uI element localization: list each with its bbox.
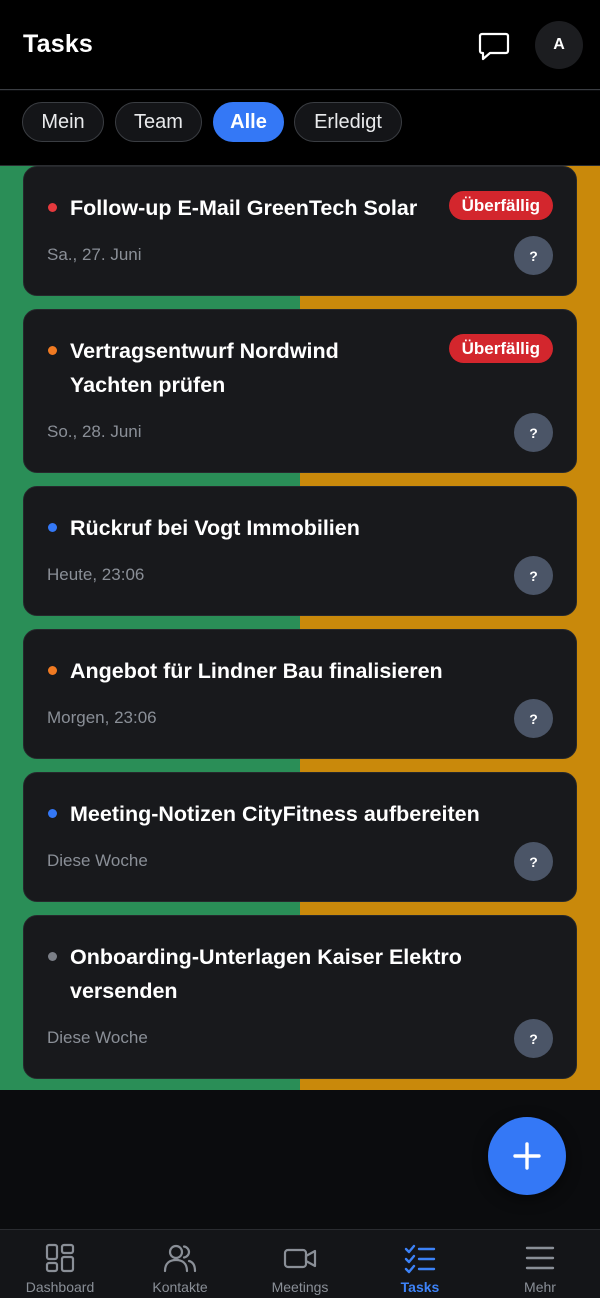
task-card[interactable]: Rückruf bei Vogt Immobilien Heute, 23:06… — [23, 486, 577, 616]
task-date: Diese Woche — [47, 1028, 148, 1047]
task-date: So., 28. Juni — [47, 422, 142, 441]
tab-mehr[interactable]: Mehr — [480, 1230, 600, 1298]
assignee-avatar[interactable]: ? — [514, 556, 553, 595]
filter-bar: Mein Team Alle Erledigt — [0, 91, 600, 166]
priority-dot — [48, 809, 57, 818]
tab-label: Tasks — [400, 1279, 440, 1295]
filter-chip-mein[interactable]: Mein — [22, 102, 104, 142]
task-date: Sa., 27. Juni — [47, 245, 142, 264]
priority-dot — [48, 523, 57, 532]
priority-dot — [48, 952, 57, 961]
task-title: Rückruf bei Vogt Immobilien — [70, 516, 360, 540]
assignee-avatar[interactable]: ? — [514, 1019, 553, 1058]
checklist-icon — [404, 1244, 436, 1274]
chat-button[interactable] — [474, 26, 514, 66]
task-date: Morgen, 23:06 — [47, 708, 157, 727]
overdue-badge: Überfällig — [448, 191, 553, 220]
task-title: Meeting-Notizen CityFitness aufbereiten — [70, 802, 480, 826]
task-card[interactable]: Follow-up E-Mail GreenTech Solar Überfäl… — [23, 166, 577, 296]
filter-chip-team[interactable]: Team — [115, 102, 202, 142]
tab-tasks[interactable]: Tasks — [360, 1230, 480, 1298]
assignee-avatar[interactable]: ? — [514, 699, 553, 738]
menu-icon — [525, 1246, 555, 1270]
add-task-button[interactable] — [488, 1117, 566, 1195]
task-title: Vertragsentwurf Nordwind Yachten prüfen — [70, 339, 339, 397]
plus-icon — [513, 1142, 541, 1170]
user-avatar[interactable]: A — [535, 21, 583, 69]
app-header: Tasks A — [0, 0, 600, 90]
tab-dashboard[interactable]: Dashboard — [0, 1230, 120, 1298]
filter-chip-alle[interactable]: Alle — [213, 102, 284, 142]
tab-label: Kontakte — [152, 1279, 208, 1295]
chat-bubble-icon — [478, 32, 510, 61]
task-date: Heute, 23:06 — [47, 565, 145, 584]
bottom-tab-bar: Dashboard Kontakte Meetings Tasks Mehr — [0, 1229, 600, 1298]
tab-label: Meetings — [271, 1279, 329, 1295]
people-icon — [163, 1244, 197, 1273]
task-card[interactable]: Onboarding-Unterlagen Kaiser Elektro ver… — [23, 915, 577, 1079]
page-title: Tasks — [23, 30, 94, 58]
tab-kontakte[interactable]: Kontakte — [120, 1230, 240, 1298]
task-title: Onboarding-Unterlagen Kaiser Elektro ver… — [70, 945, 462, 1003]
tab-meetings[interactable]: Meetings — [240, 1230, 360, 1298]
filter-chip-erledigt[interactable]: Erledigt — [294, 102, 402, 142]
assignee-avatar[interactable]: ? — [514, 236, 553, 275]
priority-dot — [48, 203, 57, 212]
task-date: Diese Woche — [47, 851, 148, 870]
tab-label: Dashboard — [25, 1279, 95, 1295]
tab-label: Mehr — [524, 1279, 556, 1295]
task-list: Follow-up E-Mail GreenTech Solar Überfäl… — [0, 166, 600, 1090]
task-card[interactable]: Meeting-Notizen CityFitness aufbereiten … — [23, 772, 577, 902]
grid-icon — [45, 1243, 75, 1273]
task-title: Follow-up E-Mail GreenTech Solar — [70, 196, 418, 220]
task-card[interactable]: Vertragsentwurf Nordwind Yachten prüfen … — [23, 309, 577, 473]
assignee-avatar[interactable]: ? — [514, 842, 553, 881]
overdue-badge: Überfällig — [448, 334, 553, 363]
priority-dot — [48, 666, 57, 675]
priority-dot — [48, 346, 57, 355]
video-icon — [283, 1248, 317, 1269]
assignee-avatar[interactable]: ? — [514, 413, 553, 452]
task-title: Angebot für Lindner Bau finalisieren — [70, 659, 443, 683]
task-card[interactable]: Angebot für Lindner Bau finalisieren Mor… — [23, 629, 577, 759]
